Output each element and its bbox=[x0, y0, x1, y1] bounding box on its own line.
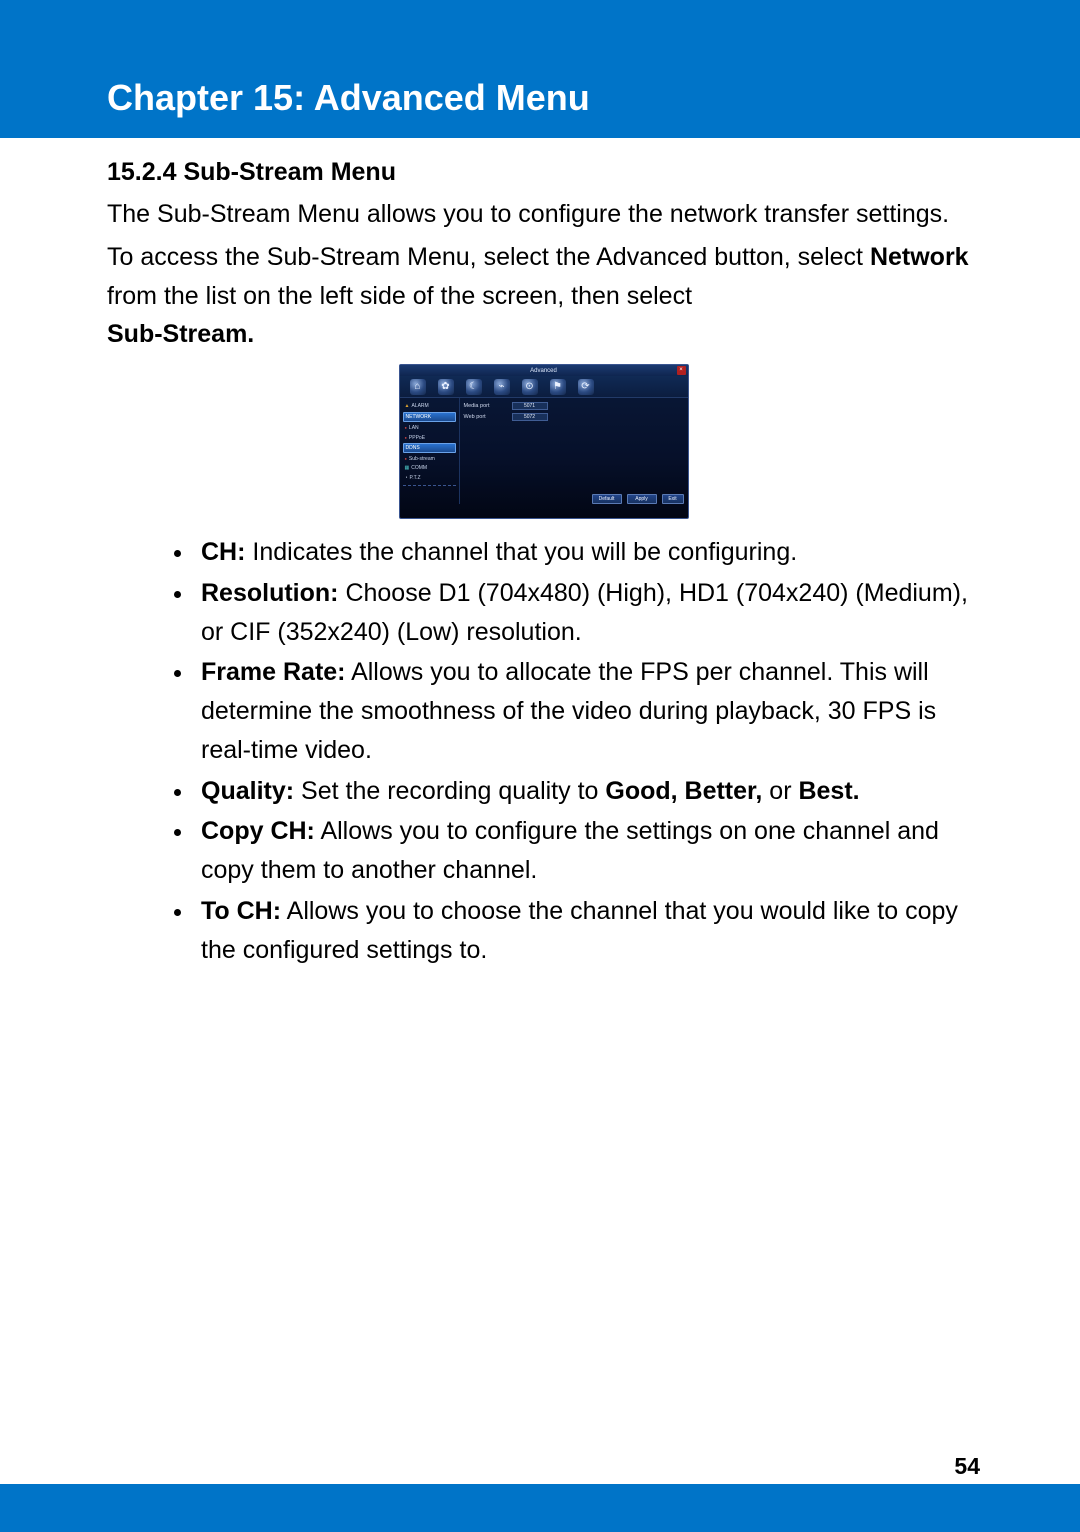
para2-c: from the list on the left side of the sc… bbox=[107, 282, 692, 310]
toolbar-icon-4[interactable]: ⌁ bbox=[494, 379, 510, 395]
chapter-header: Chapter 15: Advanced Menu bbox=[0, 58, 1080, 138]
bullet-quality-text1: Set the recording quality to bbox=[294, 777, 605, 805]
paragraph-2: To access the Sub-Stream Menu, select th… bbox=[107, 238, 980, 354]
toolbar-icon-2[interactable]: ✿ bbox=[438, 379, 454, 395]
section-heading: 15.2.4 Sub-Stream Menu bbox=[107, 158, 980, 187]
exit-button[interactable]: Exit bbox=[662, 494, 684, 504]
toolbar-icon-7[interactable]: ⟳ bbox=[578, 379, 594, 395]
bullet-framerate: Frame Rate: Allows you to allocate the F… bbox=[195, 653, 980, 769]
sidebar-item-alarm[interactable]: ALARM bbox=[403, 402, 456, 411]
dvr-main-panel: Media port 5071 Web port 5072 Default Ap… bbox=[460, 398, 688, 504]
bullet-copych-term: Copy CH: bbox=[201, 817, 315, 845]
sidebar-item-ptz[interactable]: P.T.Z bbox=[403, 474, 456, 483]
bullet-quality: Quality: Set the recording quality to Go… bbox=[195, 772, 980, 811]
bullet-quality-term: Quality: bbox=[201, 777, 294, 805]
bullet-resolution-term: Resolution: bbox=[201, 579, 339, 607]
dvr-window-title: Advanced bbox=[530, 368, 557, 374]
web-port-value[interactable]: 5072 bbox=[512, 413, 548, 421]
bullet-ch-text: Indicates the channel that you will be c… bbox=[245, 538, 797, 566]
sidebar-item-lan[interactable]: LAN bbox=[403, 423, 456, 432]
sidebar-item-ddns[interactable]: DDNS bbox=[403, 443, 456, 453]
page-number: 54 bbox=[954, 1453, 980, 1480]
dvr-body: ALARM NETWORK LAN PPPoE DDNS Sub-stream … bbox=[400, 398, 688, 504]
sidebar-item-pppoe[interactable]: PPPoE bbox=[403, 433, 456, 442]
bullet-quality-text2: or bbox=[762, 777, 798, 805]
paragraph-1: The Sub-Stream Menu allows you to config… bbox=[107, 195, 980, 234]
bullet-toch-term: To CH: bbox=[201, 897, 281, 925]
dvr-titlebar: Advanced × bbox=[400, 365, 688, 376]
bullet-copych: Copy CH: Allows you to configure the set… bbox=[195, 812, 980, 890]
bullet-quality-bold3: Best. bbox=[798, 777, 859, 805]
toolbar-icon-5[interactable]: ⊙ bbox=[522, 379, 538, 395]
dvr-sidebar: ALARM NETWORK LAN PPPoE DDNS Sub-stream … bbox=[400, 398, 460, 504]
top-strip bbox=[0, 0, 1080, 58]
bullet-ch-term: CH: bbox=[201, 538, 245, 566]
toolbar-icon-6[interactable]: ⚑ bbox=[550, 379, 566, 395]
field-media-port: Media port 5071 bbox=[464, 402, 684, 410]
close-icon[interactable]: × bbox=[677, 366, 686, 375]
toolbar-icon-3[interactable]: ☾ bbox=[466, 379, 482, 395]
para2-bold-network: Network bbox=[870, 243, 969, 271]
toolbar-icon-1[interactable]: ⌂ bbox=[410, 379, 426, 395]
sidebar-separator bbox=[403, 485, 456, 486]
bullet-toch-text: Allows you to choose the channel that yo… bbox=[201, 897, 958, 964]
bullet-framerate-term: Frame Rate: bbox=[201, 658, 346, 686]
bullet-resolution: Resolution: Choose D1 (704x480) (High), … bbox=[195, 574, 980, 652]
bullet-list: CH: Indicates the channel that you will … bbox=[107, 533, 980, 969]
footer-bar bbox=[0, 1484, 1080, 1532]
bullet-ch: CH: Indicates the channel that you will … bbox=[195, 533, 980, 572]
dvr-toolbar: ⌂ ✿ ☾ ⌁ ⊙ ⚑ ⟳ bbox=[400, 376, 688, 398]
sidebar-item-comm[interactable]: COMM bbox=[403, 464, 456, 473]
apply-button[interactable]: Apply bbox=[627, 494, 657, 504]
sidebar-item-network[interactable]: NETWORK bbox=[403, 412, 456, 422]
media-port-label: Media port bbox=[464, 403, 506, 409]
media-port-value[interactable]: 5071 bbox=[512, 402, 548, 410]
content-area: 15.2.4 Sub-Stream Menu The Sub-Stream Me… bbox=[0, 138, 1080, 969]
web-port-label: Web port bbox=[464, 414, 506, 420]
chapter-title: Chapter 15: Advanced Menu bbox=[107, 77, 590, 119]
bullet-quality-bold2: Good, Better, bbox=[605, 777, 762, 805]
para2-bold-substream: Sub-Stream. bbox=[107, 320, 254, 348]
embedded-screenshot: Advanced × ⌂ ✿ ☾ ⌁ ⊙ ⚑ ⟳ ALARM NETWORK L… bbox=[107, 364, 980, 519]
field-web-port: Web port 5072 bbox=[464, 413, 684, 421]
sidebar-item-substream[interactable]: Sub-stream bbox=[403, 454, 456, 463]
para2-a: To access the Sub-Stream Menu, select th… bbox=[107, 243, 870, 271]
dvr-ui: Advanced × ⌂ ✿ ☾ ⌁ ⊙ ⚑ ⟳ ALARM NETWORK L… bbox=[399, 364, 689, 519]
dvr-footer-buttons: Default Apply Exit bbox=[592, 494, 684, 504]
default-button[interactable]: Default bbox=[592, 494, 622, 504]
bullet-toch: To CH: Allows you to choose the channel … bbox=[195, 892, 980, 970]
